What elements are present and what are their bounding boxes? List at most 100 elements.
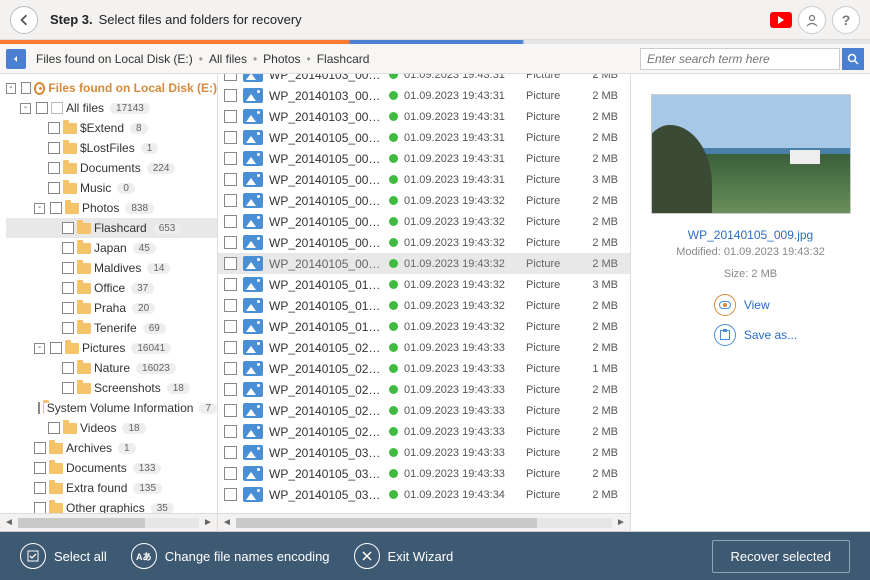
file-checkbox[interactable] [224, 131, 237, 144]
file-checkbox[interactable] [224, 404, 237, 417]
list-horizontal-scrollbar[interactable]: ◄ ► [218, 513, 630, 531]
back-button[interactable] [10, 6, 38, 34]
tree-checkbox[interactable] [50, 202, 62, 214]
file-row[interactable]: WP_20140105_035...01.09.2023 19:43:34Pic… [218, 484, 630, 505]
tree-checkbox[interactable] [62, 222, 74, 234]
tree-item[interactable]: Documents224 [6, 158, 217, 178]
tree-item[interactable]: Extra found135 [6, 478, 217, 498]
file-checkbox[interactable] [224, 320, 237, 333]
file-row[interactable]: WP_20140105_024...01.09.2023 19:43:33Pic… [218, 358, 630, 379]
tree-item[interactable]: Office37 [6, 278, 217, 298]
file-row[interactable]: WP_20140105_027...01.09.2023 19:43:33Pic… [218, 400, 630, 421]
breadcrumb-segment[interactable]: Photos [263, 52, 300, 66]
tree-item[interactable]: $LostFiles1 [6, 138, 217, 158]
scrollbar-thumb[interactable] [236, 518, 537, 528]
file-checkbox[interactable] [224, 467, 237, 480]
tree-item[interactable]: -Pictures16041 [6, 338, 217, 358]
file-checkbox[interactable] [224, 152, 237, 165]
file-row[interactable]: WP_20140105_018...01.09.2023 19:43:32Pic… [218, 316, 630, 337]
tree-item[interactable]: System Volume Information7 [6, 398, 217, 418]
file-row[interactable]: WP_20140103_008...01.09.2023 19:43:31Pic… [218, 85, 630, 106]
tree-checkbox[interactable] [62, 322, 74, 334]
tree-item[interactable]: -Files found on Local Disk (E:) [6, 78, 217, 98]
file-row[interactable]: WP_20140103_007...01.09.2023 19:43:31Pic… [218, 74, 630, 85]
search-button[interactable] [842, 48, 864, 70]
file-checkbox[interactable] [224, 89, 237, 102]
tree-toggle[interactable]: - [6, 83, 16, 94]
file-checkbox[interactable] [224, 362, 237, 375]
file-checkbox[interactable] [224, 110, 237, 123]
breadcrumb[interactable]: Files found on Local Disk (E:) • All fil… [30, 52, 636, 66]
search-input[interactable] [640, 48, 840, 70]
breadcrumb-back-button[interactable] [6, 49, 26, 69]
file-row[interactable]: WP_20140105_028...01.09.2023 19:43:33Pic… [218, 421, 630, 442]
file-checkbox[interactable] [224, 425, 237, 438]
file-row[interactable]: WP_20140105_020...01.09.2023 19:43:33Pic… [218, 337, 630, 358]
tree-checkbox[interactable] [62, 362, 74, 374]
tree-checkbox[interactable] [36, 102, 48, 114]
breadcrumb-segment[interactable]: Flashcard [317, 52, 370, 66]
tree-checkbox[interactable] [48, 422, 60, 434]
exit-wizard-button[interactable]: Exit Wizard [354, 543, 454, 569]
tree-checkbox[interactable] [48, 162, 60, 174]
file-row[interactable]: WP_20140105_016...01.09.2023 19:43:32Pic… [218, 295, 630, 316]
file-row[interactable]: WP_20140103_009...01.09.2023 19:43:31Pic… [218, 106, 630, 127]
file-row[interactable]: WP_20140105_025...01.09.2023 19:43:33Pic… [218, 379, 630, 400]
tree-checkbox[interactable] [34, 502, 46, 513]
tree-checkbox[interactable] [62, 242, 74, 254]
file-row[interactable]: WP_20140105_002...01.09.2023 19:43:31Pic… [218, 148, 630, 169]
file-checkbox[interactable] [224, 236, 237, 249]
file-row[interactable]: WP_20140105_015...01.09.2023 19:43:32Pic… [218, 274, 630, 295]
tree-item[interactable]: Flashcard653 [6, 218, 217, 238]
tree-item[interactable]: Other graphics35 [6, 498, 217, 513]
tree-item[interactable]: Archives1 [6, 438, 217, 458]
tree-item[interactable]: Tenerife69 [6, 318, 217, 338]
file-row[interactable]: WP_20140105_003...01.09.2023 19:43:31Pic… [218, 169, 630, 190]
tree-checkbox[interactable] [34, 462, 46, 474]
scroll-right-button[interactable]: ► [614, 517, 628, 528]
tree-item[interactable]: Videos18 [6, 418, 217, 438]
tree-checkbox[interactable] [62, 282, 74, 294]
tree-checkbox[interactable] [34, 482, 46, 494]
breadcrumb-segment[interactable]: Files found on Local Disk (E:) [36, 52, 193, 66]
change-encoding-button[interactable]: Aあ Change file names encoding [131, 543, 330, 569]
tree-item[interactable]: -Photos838 [6, 198, 217, 218]
select-all-button[interactable]: Select all [20, 543, 107, 569]
tree-item[interactable]: Music0 [6, 178, 217, 198]
file-checkbox[interactable] [224, 341, 237, 354]
tree-item[interactable]: Praha20 [6, 298, 217, 318]
file-checkbox[interactable] [224, 299, 237, 312]
file-row[interactable]: WP_20140105_033...01.09.2023 19:43:33Pic… [218, 463, 630, 484]
breadcrumb-segment[interactable]: All files [209, 52, 247, 66]
tree-item[interactable]: Nature16023 [6, 358, 217, 378]
tree-item[interactable]: Screenshots18 [6, 378, 217, 398]
scroll-left-button[interactable]: ◄ [220, 517, 234, 528]
scroll-left-button[interactable]: ◄ [2, 516, 16, 530]
recover-selected-button[interactable]: Recover selected [712, 540, 850, 573]
tree-checkbox[interactable] [62, 302, 74, 314]
tree-checkbox[interactable] [38, 402, 40, 414]
tree-item[interactable]: -All files17143 [6, 98, 217, 118]
tree-toggle[interactable]: - [34, 203, 45, 214]
tree-checkbox[interactable] [48, 182, 60, 194]
scrollbar-thumb[interactable] [18, 518, 145, 528]
tree-item[interactable]: Japan45 [6, 238, 217, 258]
file-row[interactable]: WP_20140105_007...01.09.2023 19:43:32Pic… [218, 232, 630, 253]
file-checkbox[interactable] [224, 173, 237, 186]
account-button[interactable] [798, 6, 826, 34]
help-button[interactable]: ? [832, 6, 860, 34]
file-checkbox[interactable] [224, 257, 237, 270]
tree-item[interactable]: $Extend8 [6, 118, 217, 138]
tree-toggle[interactable]: - [20, 103, 31, 114]
file-row[interactable]: WP_20140105_031...01.09.2023 19:43:33Pic… [218, 442, 630, 463]
file-checkbox[interactable] [224, 446, 237, 459]
tree-checkbox[interactable] [62, 262, 74, 274]
file-checkbox[interactable] [224, 215, 237, 228]
tree-checkbox[interactable] [50, 342, 62, 354]
tree-checkbox[interactable] [21, 82, 31, 94]
youtube-icon[interactable] [770, 12, 792, 28]
file-checkbox[interactable] [224, 194, 237, 207]
tree-checkbox[interactable] [48, 142, 60, 154]
tree-checkbox[interactable] [48, 122, 60, 134]
file-row[interactable]: WP_20140105_005...01.09.2023 19:43:32Pic… [218, 211, 630, 232]
